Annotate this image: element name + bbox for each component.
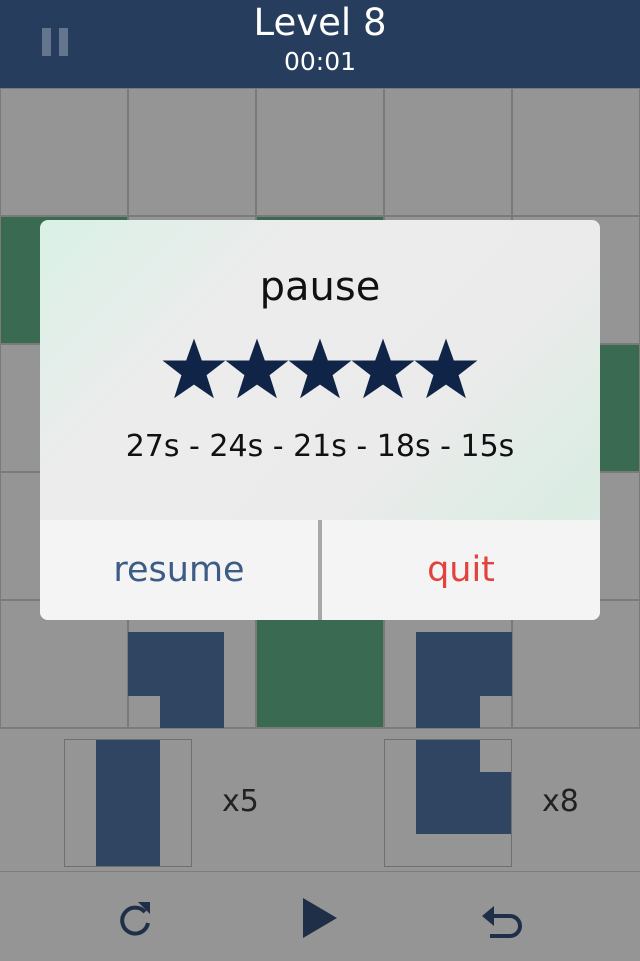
star-icon	[288, 338, 352, 402]
modal-overlay: pause 27s - 24s - 21s - 18s - 15s resume…	[0, 0, 640, 960]
dialog-button-row: resume quit	[40, 520, 600, 620]
dialog-title: pause	[259, 264, 381, 310]
star-rating	[162, 338, 478, 402]
quit-button[interactable]: quit	[322, 520, 600, 620]
star-icon	[351, 338, 415, 402]
star-time-thresholds: 27s - 24s - 21s - 18s - 15s	[125, 429, 515, 464]
pause-dialog: pause 27s - 24s - 21s - 18s - 15s resume…	[40, 220, 600, 620]
star-icon	[414, 338, 478, 402]
star-icon	[225, 338, 289, 402]
star-icon	[162, 338, 226, 402]
resume-button[interactable]: resume	[40, 520, 318, 620]
